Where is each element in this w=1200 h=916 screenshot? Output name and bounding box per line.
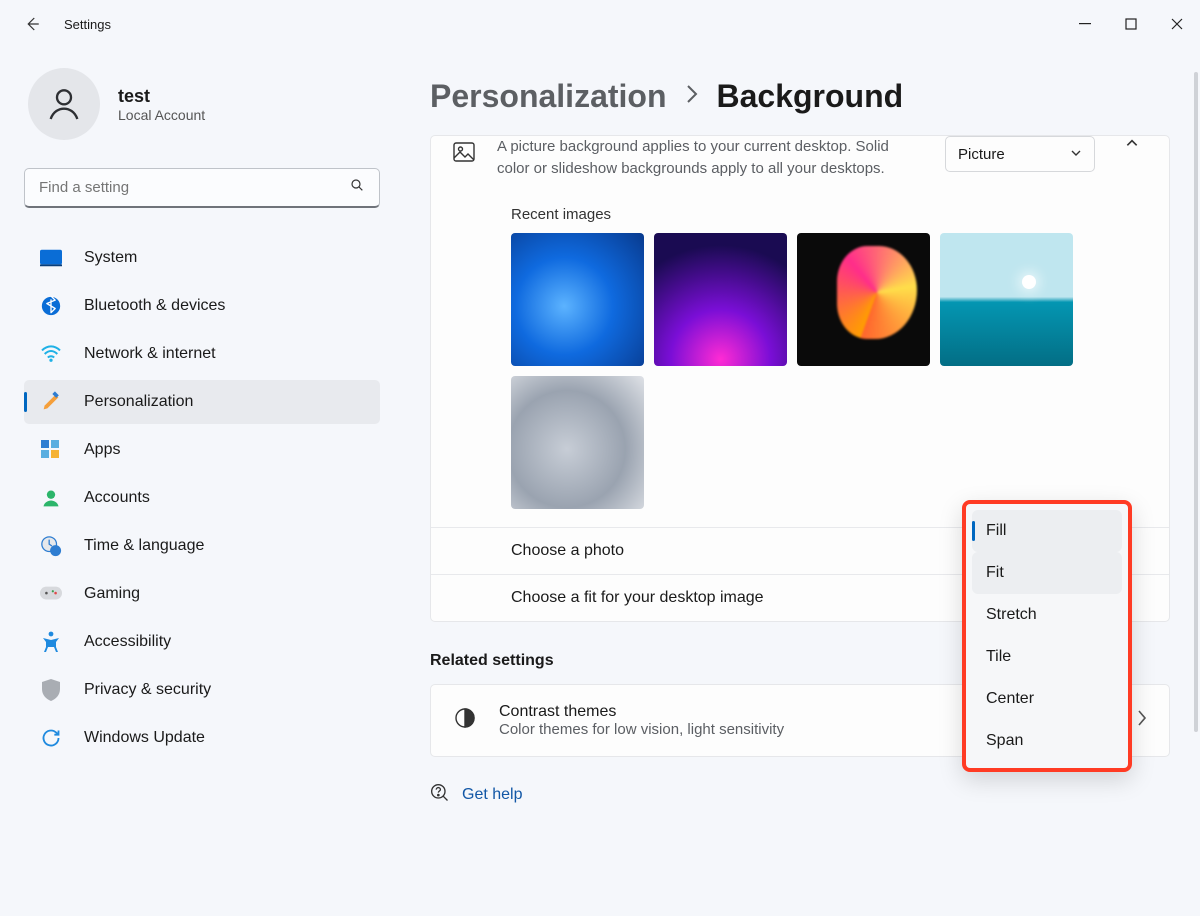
wifi-icon (40, 343, 62, 365)
back-button[interactable] (22, 14, 42, 34)
recent-image-thumbnail[interactable] (511, 376, 644, 509)
fit-option-fill[interactable]: Fill (972, 510, 1122, 552)
minimize-button[interactable] (1062, 7, 1108, 41)
close-button[interactable] (1154, 7, 1200, 41)
contrast-icon (453, 706, 477, 735)
chevron-right-icon (1137, 710, 1147, 731)
recent-image-thumbnail[interactable] (797, 233, 930, 366)
sidebar-item-bluetooth[interactable]: Bluetooth & devices (24, 284, 380, 328)
sidebar-item-label: System (84, 249, 137, 267)
recent-image-thumbnail[interactable] (940, 233, 1073, 366)
search-input[interactable] (24, 168, 380, 208)
sidebar-item-network[interactable]: Network & internet (24, 332, 380, 376)
sidebar-item-apps[interactable]: Apps (24, 428, 380, 472)
fit-option-stretch[interactable]: Stretch (972, 594, 1122, 636)
fit-option-tile[interactable]: Tile (972, 636, 1122, 678)
collapse-toggle[interactable] (1115, 136, 1149, 150)
get-help-link[interactable]: Get help (430, 783, 1170, 808)
recent-image-thumbnail[interactable] (654, 233, 787, 366)
breadcrumb: Personalization Background (430, 78, 1170, 115)
sidebar-item-label: Windows Update (84, 729, 205, 747)
recent-images-label: Recent images (511, 206, 1149, 223)
search-field[interactable] (39, 179, 349, 196)
accessibility-icon (40, 631, 62, 653)
gamepad-icon (40, 583, 62, 605)
sidebar-item-label: Privacy & security (84, 681, 211, 699)
maximize-button[interactable] (1108, 7, 1154, 41)
contrast-themes-title: Contrast themes (499, 703, 784, 721)
fit-dropdown-menu: Fill Fit Stretch Tile Center Span (962, 500, 1132, 772)
chevron-down-icon (1070, 146, 1082, 163)
user-account-box[interactable]: test Local Account (24, 68, 376, 140)
system-icon (40, 247, 62, 269)
dropdown-value: Picture (958, 146, 1005, 163)
user-name: test (118, 86, 205, 107)
sidebar-item-label: Apps (84, 441, 120, 459)
contrast-themes-subtitle: Color themes for low vision, light sensi… (499, 721, 784, 738)
update-icon (40, 727, 62, 749)
picture-icon (451, 136, 477, 164)
sidebar-item-time-language[interactable]: Time & language (24, 524, 380, 568)
fit-option-fit[interactable]: Fit (972, 552, 1122, 594)
sidebar-item-label: Personalization (84, 393, 193, 411)
sidebar-item-windows-update[interactable]: Windows Update (24, 716, 380, 760)
chevron-right-icon (685, 84, 699, 110)
breadcrumb-current: Background (717, 78, 904, 115)
bluetooth-icon (40, 295, 62, 317)
sidebar-item-label: Bluetooth & devices (84, 297, 225, 315)
person-icon (40, 487, 62, 509)
search-icon (349, 177, 365, 198)
recent-image-thumbnail[interactable] (511, 233, 644, 366)
paintbrush-icon (40, 391, 62, 413)
shield-icon (40, 679, 62, 701)
avatar (28, 68, 100, 140)
sidebar-item-label: Accessibility (84, 633, 171, 651)
sidebar-item-accessibility[interactable]: Accessibility (24, 620, 380, 664)
sidebar-item-label: Accounts (84, 489, 150, 507)
sidebar-item-label: Time & language (84, 537, 204, 555)
app-title: Settings (64, 17, 111, 32)
sidebar-item-gaming[interactable]: Gaming (24, 572, 380, 616)
fit-option-center[interactable]: Center (972, 678, 1122, 720)
sidebar-item-label: Network & internet (84, 345, 216, 363)
fit-option-span[interactable]: Span (972, 720, 1122, 762)
apps-icon (40, 439, 62, 461)
sidebar-item-privacy[interactable]: Privacy & security (24, 668, 380, 712)
breadcrumb-parent[interactable]: Personalization (430, 78, 667, 115)
background-type-dropdown[interactable]: Picture (945, 136, 1095, 172)
user-account-type: Local Account (118, 107, 205, 123)
help-icon (430, 783, 450, 808)
get-help-label: Get help (462, 786, 522, 804)
background-description: A picture background applies to your cur… (497, 136, 925, 180)
sidebar-item-system[interactable]: System (24, 236, 380, 280)
clock-globe-icon (40, 535, 62, 557)
sidebar-item-label: Gaming (84, 585, 140, 603)
sidebar-item-accounts[interactable]: Accounts (24, 476, 380, 520)
scrollbar[interactable] (1194, 72, 1198, 732)
sidebar-item-personalization[interactable]: Personalization (24, 380, 380, 424)
